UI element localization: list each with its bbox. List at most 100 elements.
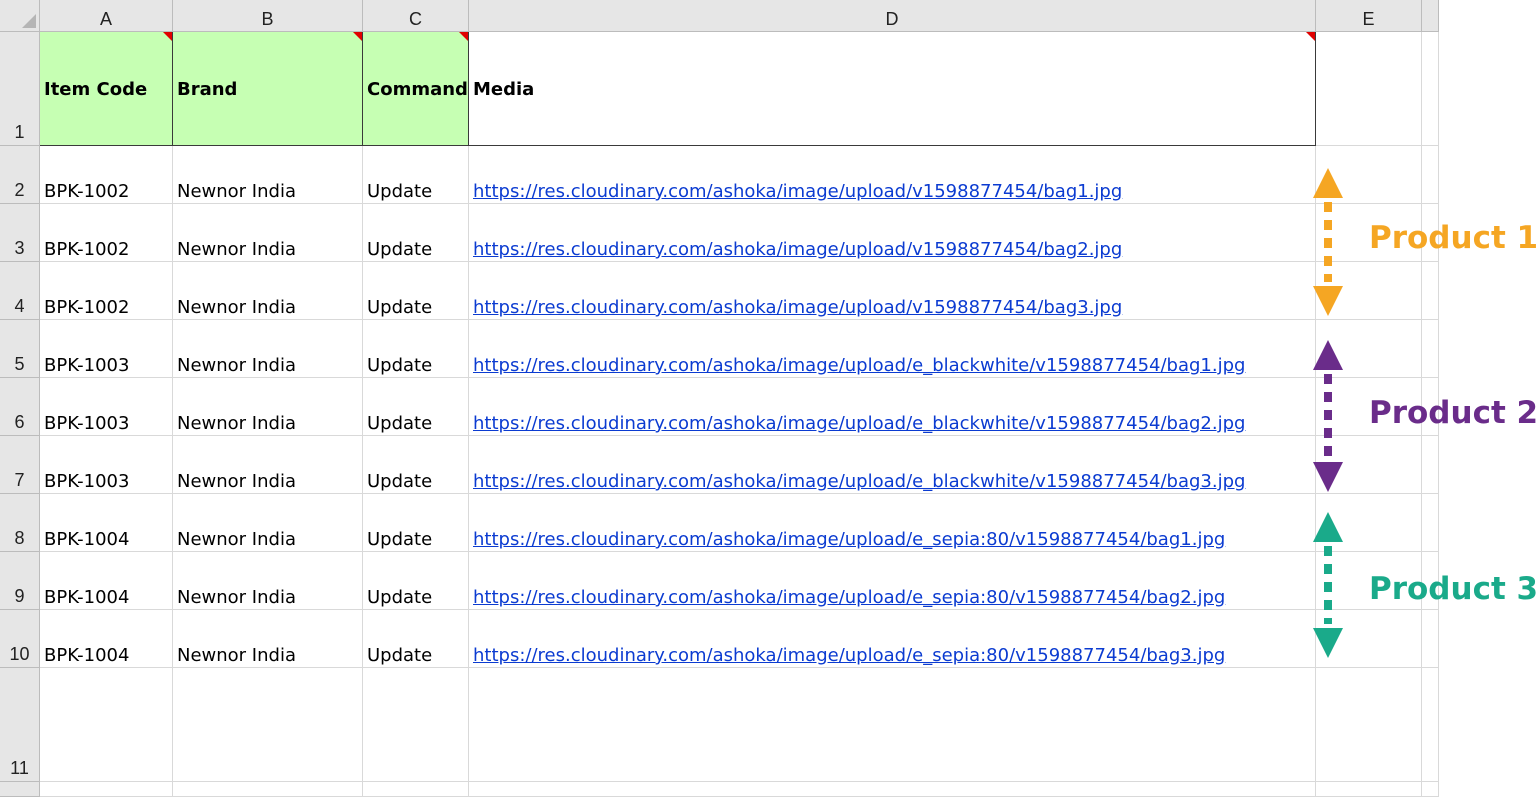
row-header-1[interactable]: 1 [0, 32, 40, 146]
cell-command[interactable]: Update [363, 204, 469, 262]
cell-media[interactable]: https://res.cloudinary.com/ashoka/image/… [469, 552, 1316, 610]
cell-media[interactable]: https://res.cloudinary.com/ashoka/image/… [469, 262, 1316, 320]
empty-cell[interactable] [1316, 782, 1422, 797]
cell-command[interactable]: Update [363, 494, 469, 552]
comment-marker-icon[interactable] [1306, 32, 1315, 41]
empty-cell[interactable] [1316, 32, 1422, 146]
empty-cell[interactable] [1422, 146, 1439, 204]
cell-item-code[interactable]: BPK-1003 [40, 378, 173, 436]
cell-brand[interactable]: Newnor India [173, 204, 363, 262]
cell-item-code[interactable]: BPK-1004 [40, 552, 173, 610]
media-link[interactable]: https://res.cloudinary.com/ashoka/image/… [473, 471, 1245, 492]
cell-media[interactable]: https://res.cloudinary.com/ashoka/image/… [469, 146, 1316, 204]
empty-cell[interactable] [1422, 668, 1439, 782]
cell-media[interactable]: https://res.cloudinary.com/ashoka/image/… [469, 436, 1316, 494]
empty-cell[interactable] [1316, 436, 1422, 494]
row-header-4[interactable]: 4 [0, 262, 40, 320]
header-cell-media[interactable]: Media [469, 32, 1316, 146]
comment-marker-icon[interactable] [459, 32, 468, 41]
row-header-3[interactable]: 3 [0, 204, 40, 262]
product-2-label: Product 2 [1369, 395, 1537, 431]
column-header-extra[interactable] [1422, 0, 1439, 32]
row-header-5[interactable]: 5 [0, 320, 40, 378]
cell-item-code[interactable]: BPK-1004 [40, 610, 173, 668]
row-header-8[interactable]: 8 [0, 494, 40, 552]
comment-marker-icon[interactable] [353, 32, 362, 41]
row-header-extra[interactable] [0, 782, 40, 797]
cell-media[interactable]: https://res.cloudinary.com/ashoka/image/… [469, 378, 1316, 436]
empty-cell[interactable] [1422, 262, 1439, 320]
empty-cell[interactable] [363, 668, 469, 782]
empty-cell[interactable] [40, 782, 173, 797]
empty-cell[interactable] [1422, 494, 1439, 552]
cell-brand[interactable]: Newnor India [173, 610, 363, 668]
column-header-e[interactable]: E [1316, 0, 1422, 32]
comment-marker-icon[interactable] [163, 32, 172, 41]
cell-item-code[interactable]: BPK-1003 [40, 320, 173, 378]
cell-item-code[interactable]: BPK-1002 [40, 146, 173, 204]
row-header-11[interactable]: 11 [0, 668, 40, 782]
empty-cell[interactable] [363, 782, 469, 797]
empty-cell[interactable] [1316, 262, 1422, 320]
cell-command[interactable]: Update [363, 436, 469, 494]
media-link[interactable]: https://res.cloudinary.com/ashoka/image/… [473, 355, 1245, 376]
media-link[interactable]: https://res.cloudinary.com/ashoka/image/… [473, 181, 1122, 202]
empty-cell[interactable] [1422, 320, 1439, 378]
cell-brand[interactable]: Newnor India [173, 320, 363, 378]
empty-cell[interactable] [1422, 32, 1439, 146]
row-header-9[interactable]: 9 [0, 552, 40, 610]
empty-cell[interactable] [1316, 146, 1422, 204]
cell-item-code[interactable]: BPK-1003 [40, 436, 173, 494]
empty-cell[interactable] [1316, 668, 1422, 782]
media-link[interactable]: https://res.cloudinary.com/ashoka/image/… [473, 587, 1225, 608]
empty-cell[interactable] [1316, 320, 1422, 378]
row-header-10[interactable]: 10 [0, 610, 40, 668]
header-cell-brand[interactable]: Brand [173, 32, 363, 146]
empty-cell[interactable] [1422, 610, 1439, 668]
cell-command[interactable]: Update [363, 146, 469, 204]
cell-brand[interactable]: Newnor India [173, 552, 363, 610]
header-cell-command[interactable]: Command [363, 32, 469, 146]
column-header-d[interactable]: D [469, 0, 1316, 32]
cell-media[interactable]: https://res.cloudinary.com/ashoka/image/… [469, 204, 1316, 262]
cell-brand[interactable]: Newnor India [173, 262, 363, 320]
column-header-b[interactable]: B [173, 0, 363, 32]
empty-cell[interactable] [1422, 782, 1439, 797]
column-header-a[interactable]: A [40, 0, 173, 32]
cell-item-code[interactable]: BPK-1004 [40, 494, 173, 552]
cell-command[interactable]: Update [363, 378, 469, 436]
empty-cell[interactable] [469, 782, 1316, 797]
cell-brand[interactable]: Newnor India [173, 436, 363, 494]
row-header-7[interactable]: 7 [0, 436, 40, 494]
cell-media[interactable]: https://res.cloudinary.com/ashoka/image/… [469, 320, 1316, 378]
cell-item-code[interactable]: BPK-1002 [40, 204, 173, 262]
header-cell-item-code[interactable]: Item Code [40, 32, 173, 146]
empty-cell[interactable] [173, 668, 363, 782]
select-all-corner[interactable] [0, 0, 40, 32]
row-header-2[interactable]: 2 [0, 146, 40, 204]
column-header-c[interactable]: C [363, 0, 469, 32]
cell-command[interactable]: Update [363, 262, 469, 320]
cell-brand[interactable]: Newnor India [173, 378, 363, 436]
empty-cell[interactable] [469, 668, 1316, 782]
cell-brand[interactable]: Newnor India [173, 146, 363, 204]
media-link[interactable]: https://res.cloudinary.com/ashoka/image/… [473, 297, 1122, 318]
cell-command[interactable]: Update [363, 610, 469, 668]
cell-command[interactable]: Update [363, 320, 469, 378]
media-link[interactable]: https://res.cloudinary.com/ashoka/image/… [473, 413, 1245, 434]
empty-cell[interactable] [173, 782, 363, 797]
cell-brand[interactable]: Newnor India [173, 494, 363, 552]
empty-cell[interactable] [1422, 436, 1439, 494]
row-header-6[interactable]: 6 [0, 378, 40, 436]
media-link[interactable]: https://res.cloudinary.com/ashoka/image/… [473, 239, 1122, 260]
cell-item-code[interactable]: BPK-1002 [40, 262, 173, 320]
media-link[interactable]: https://res.cloudinary.com/ashoka/image/… [473, 645, 1225, 666]
cell-command[interactable]: Update [363, 552, 469, 610]
empty-cell[interactable] [1316, 610, 1422, 668]
empty-cell[interactable] [1316, 494, 1422, 552]
empty-cell[interactable] [40, 668, 173, 782]
cell-media[interactable]: https://res.cloudinary.com/ashoka/image/… [469, 494, 1316, 552]
media-link[interactable]: https://res.cloudinary.com/ashoka/image/… [473, 529, 1225, 550]
cell-value: Newnor India [177, 587, 296, 608]
cell-media[interactable]: https://res.cloudinary.com/ashoka/image/… [469, 610, 1316, 668]
